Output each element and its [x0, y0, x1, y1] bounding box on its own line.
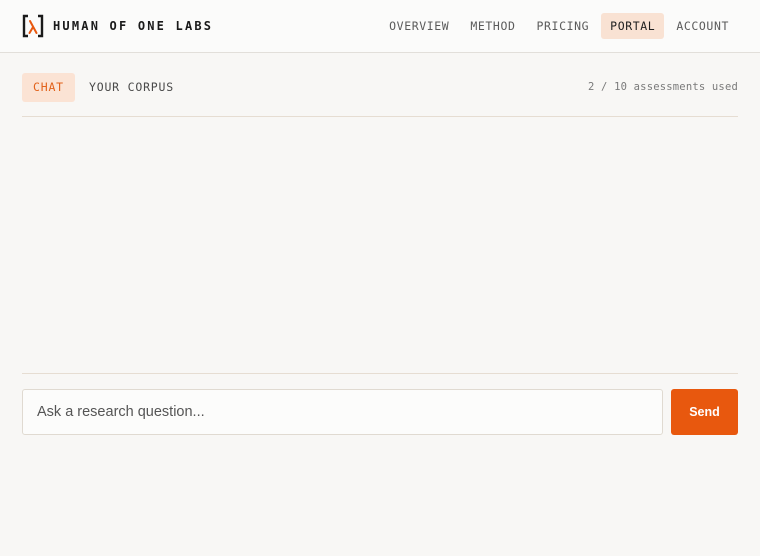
- nav-item-pricing[interactable]: PRICING: [528, 13, 599, 39]
- brand-name: HUMAN OF ONE LABS: [53, 19, 214, 33]
- chat-messages-area[interactable]: [22, 117, 738, 373]
- nav-item-portal[interactable]: PORTAL: [601, 13, 665, 39]
- bracket-lambda-icon: [22, 14, 44, 38]
- brand[interactable]: HUMAN OF ONE LABS: [22, 14, 213, 38]
- tab-chat[interactable]: CHAT: [22, 73, 75, 102]
- divider: [22, 373, 738, 374]
- send-button[interactable]: Send: [671, 389, 738, 435]
- tab-your-corpus[interactable]: YOUR CORPUS: [78, 73, 185, 102]
- usage-counter: 2 / 10 assessments used: [588, 81, 738, 93]
- main-nav: OVERVIEW METHOD PRICING PORTAL ACCOUNT: [377, 13, 738, 39]
- top-navigation-bar: HUMAN OF ONE LABS OVERVIEW METHOD PRICIN…: [0, 0, 760, 53]
- nav-item-overview[interactable]: OVERVIEW: [380, 13, 458, 39]
- portal-tabs: CHAT YOUR CORPUS 2 / 10 assessments used: [22, 73, 738, 103]
- research-question-input[interactable]: [22, 389, 663, 435]
- nav-item-method[interactable]: METHOD: [461, 13, 524, 39]
- nav-item-account[interactable]: ACCOUNT: [667, 13, 738, 39]
